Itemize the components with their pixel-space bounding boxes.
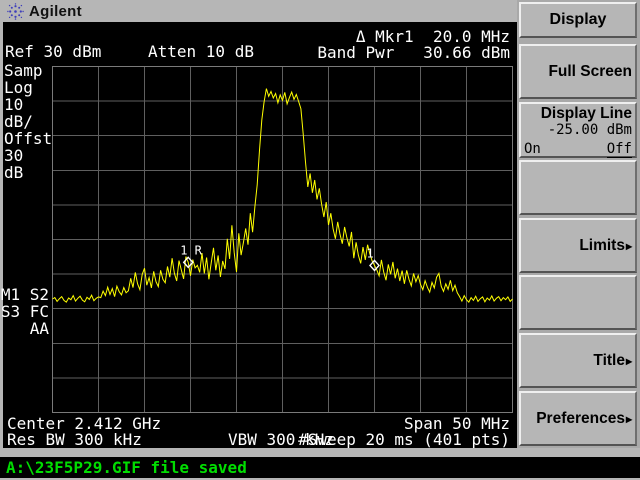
trace-status-flags: M1 S2 S3 FC AA <box>0 286 49 337</box>
status-message: A:\23F5P29.GIF file saved <box>6 458 247 477</box>
softkey-label: Limits <box>579 237 625 255</box>
submenu-arrow-icon: ▸ <box>626 412 632 426</box>
display-line-on-option[interactable]: On <box>524 141 541 158</box>
submenu-arrow-icon: ▸ <box>626 239 632 253</box>
band-power-readout: Band Pwr 30.66 dBm <box>317 44 510 61</box>
graticule <box>53 67 513 413</box>
menu-title: Display <box>519 2 637 38</box>
svg-text:1 R: 1 R <box>180 243 202 257</box>
ref-level-readout: Ref 30 dBm <box>5 43 101 60</box>
softkey-panel: Display Full Screen Display Line -25.00 … <box>517 0 640 457</box>
softkey-title[interactable]: Title ▸ <box>519 333 637 388</box>
softkey-label: Title <box>593 352 625 370</box>
amplitude-settings-column: Samp Log 10 dB/ Offst 30 dB <box>4 62 52 181</box>
crt-display: Ref 30 dBm Atten 10 dB Δ Mkr1 20.0 MHz B… <box>0 22 517 448</box>
atten-readout: Atten 10 dB <box>148 43 254 60</box>
res-bw-readout: Res BW 300 kHz <box>7 431 142 448</box>
title-bar: Agilent <box>0 0 517 22</box>
softkey-label: Preferences <box>536 410 625 428</box>
display-line-off-option[interactable]: Off <box>607 141 632 158</box>
crt-left-edge <box>0 22 3 448</box>
spectrum-plot: 1 R 1 <box>52 66 513 413</box>
trace-markers: 1 R 1 <box>180 243 379 270</box>
softkey-blank-1[interactable] <box>519 160 637 215</box>
sweep-readout: #Sweep 20 ms (401 pts) <box>298 431 510 448</box>
agilent-logo-icon <box>7 3 24 20</box>
brand-name: Agilent <box>29 3 82 20</box>
bottom-bezel-band <box>0 448 640 457</box>
status-bar: A:\23F5P29.GIF file saved <box>0 457 640 478</box>
spectrum-analyzer-screen: Agilent Ref 30 dBm Atten 10 dB Δ Mkr1 20… <box>0 0 640 480</box>
softkey-blank-2[interactable] <box>519 275 637 330</box>
softkey-limits[interactable]: Limits ▸ <box>519 218 637 273</box>
softkey-full-screen[interactable]: Full Screen <box>519 44 637 99</box>
svg-text:1: 1 <box>367 246 374 260</box>
softkey-label: Display Line <box>524 105 632 122</box>
softkey-preferences[interactable]: Preferences ▸ <box>519 391 637 446</box>
submenu-arrow-icon: ▸ <box>626 354 632 368</box>
display-line-value: -25.00 dBm <box>524 122 632 138</box>
softkey-label: Full Screen <box>548 63 632 81</box>
softkey-display-line[interactable]: Display Line -25.00 dBm On Off <box>519 102 637 158</box>
